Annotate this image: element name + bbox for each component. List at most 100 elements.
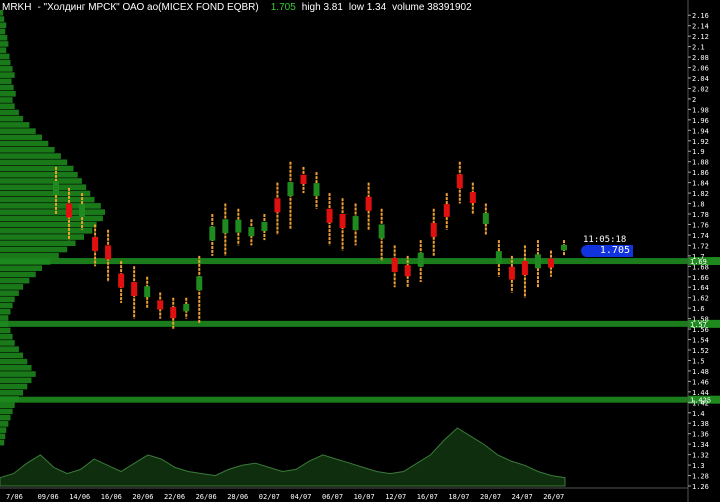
- price-tick-label: 1.7: [692, 253, 705, 261]
- profile-bar: [0, 408, 13, 415]
- candle-body-up: [144, 286, 151, 298]
- profile-bar: [0, 165, 74, 172]
- price-tick-label: 1.28: [692, 473, 709, 481]
- profile-bar: [0, 140, 49, 147]
- price-tick-label: 1.64: [692, 284, 709, 292]
- profile-bar: [0, 153, 61, 159]
- candle-body-down: [430, 222, 437, 237]
- candle-body-up: [222, 219, 229, 234]
- level-line: [0, 320, 688, 327]
- profile-bar: [0, 271, 36, 278]
- profile-bar: [0, 252, 59, 259]
- price-tick-label: 2.12: [692, 33, 709, 41]
- price-tick-label: 1.86: [692, 169, 709, 177]
- profile-bar: [0, 22, 7, 29]
- price-tick-label: 1.56: [692, 326, 709, 334]
- candle: [443, 193, 450, 230]
- price-tick-label: 2.06: [692, 65, 709, 73]
- candle: [131, 266, 138, 319]
- volume-profile: [0, 10, 105, 446]
- date-tick-label: 06/07: [322, 493, 343, 501]
- price-tick-label: 1.4: [692, 410, 705, 418]
- profile-bar: [0, 147, 55, 153]
- price-tick-label: 1.36: [692, 431, 709, 439]
- candle-body-down: [274, 198, 281, 213]
- profile-bar: [0, 178, 82, 184]
- candle: [313, 172, 320, 209]
- profile-bar: [0, 66, 13, 72]
- candle-body-down: [66, 203, 73, 218]
- profile-bar: [0, 284, 24, 290]
- price-tick-label: 1.26: [692, 483, 709, 491]
- price-tick-label: 1.88: [692, 159, 709, 167]
- profile-bar: [0, 84, 14, 91]
- date-tick-label: 09/06: [38, 493, 59, 501]
- candle-body-up: [313, 183, 320, 196]
- candle-body-up: [482, 212, 489, 224]
- candle: [326, 193, 333, 246]
- price-tick-label: 1.68: [692, 263, 709, 271]
- date-axis[interactable]: 7/06 09/06 14/06 16/06 20/06 22/06 26/06 28/06 0…: [0, 487, 688, 501]
- candle: [183, 297, 190, 319]
- profile-bar: [0, 97, 13, 103]
- price-tick-label: 2.08: [692, 54, 709, 62]
- price-tick-label: 1.3: [692, 462, 705, 470]
- profile-bar: [0, 41, 9, 47]
- candle: [248, 219, 255, 246]
- candle: [456, 161, 463, 204]
- candle: [352, 203, 359, 246]
- profile-bar: [0, 203, 101, 209]
- candle: [209, 214, 216, 256]
- candle: [482, 203, 489, 235]
- profile-bar: [0, 103, 15, 110]
- candle: [144, 276, 151, 309]
- candle: [261, 214, 268, 241]
- candle: [235, 208, 242, 246]
- price-tick-label: 2.14: [692, 23, 709, 31]
- profile-bar: [0, 414, 11, 421]
- price-tick-label: 1.58: [692, 316, 709, 324]
- profile-bar: [0, 358, 28, 365]
- candle-body-down: [118, 273, 125, 288]
- symbol: MRKH: [2, 2, 32, 13]
- profile-bar: [0, 327, 11, 334]
- price-axis[interactable]: 2.16 2.14 2.12 2.1 2.08 2.06 2.04 2.02 2 1.98 1.96…: [687, 0, 709, 502]
- price-tick-label: 1.76: [692, 221, 709, 229]
- candle: [118, 261, 125, 303]
- candles: [53, 161, 567, 330]
- candle-body-up: [209, 226, 216, 241]
- price-tick-label: 1.44: [692, 389, 709, 397]
- candle: [430, 208, 437, 256]
- profile-bar: [0, 421, 9, 427]
- price-tick-label: 2.02: [692, 85, 709, 93]
- price-tick-label: 1.42: [692, 399, 709, 407]
- date-tick-label: 14/06: [69, 493, 90, 501]
- candle-body-up: [261, 221, 268, 231]
- candle: [521, 245, 528, 298]
- profile-bar: [0, 265, 42, 271]
- date-tick-label: 28/06: [227, 493, 248, 501]
- price-tick-label: 1.46: [692, 378, 709, 386]
- price-tick-label: 1.98: [692, 106, 709, 114]
- profile-bar: [0, 246, 68, 253]
- price-tick-label: 1.6: [692, 305, 705, 313]
- candle-body-down: [469, 192, 476, 204]
- price-tick-label: 1.5: [692, 357, 705, 365]
- candle-body-down: [339, 214, 346, 228]
- price-tick-label: 2.16: [692, 12, 709, 20]
- profile-bar: [0, 234, 84, 240]
- profile-bar: [0, 277, 30, 284]
- candle-body-down: [365, 196, 372, 211]
- date-tick-label: 26/07: [543, 493, 564, 501]
- profile-bar: [0, 53, 10, 60]
- candle: [157, 292, 164, 319]
- profile-bar: [0, 296, 15, 303]
- last-price: 1.705: [270, 2, 296, 13]
- profile-bar: [0, 365, 32, 371]
- profile-bar: [0, 34, 8, 41]
- volume-polygon: [0, 427, 566, 487]
- date-tick-label: 24/07: [512, 493, 533, 501]
- price-tick-label: 1.72: [692, 242, 709, 250]
- date-tick-label: 26/06: [196, 493, 217, 501]
- date-tick-label: 16/07: [417, 493, 438, 501]
